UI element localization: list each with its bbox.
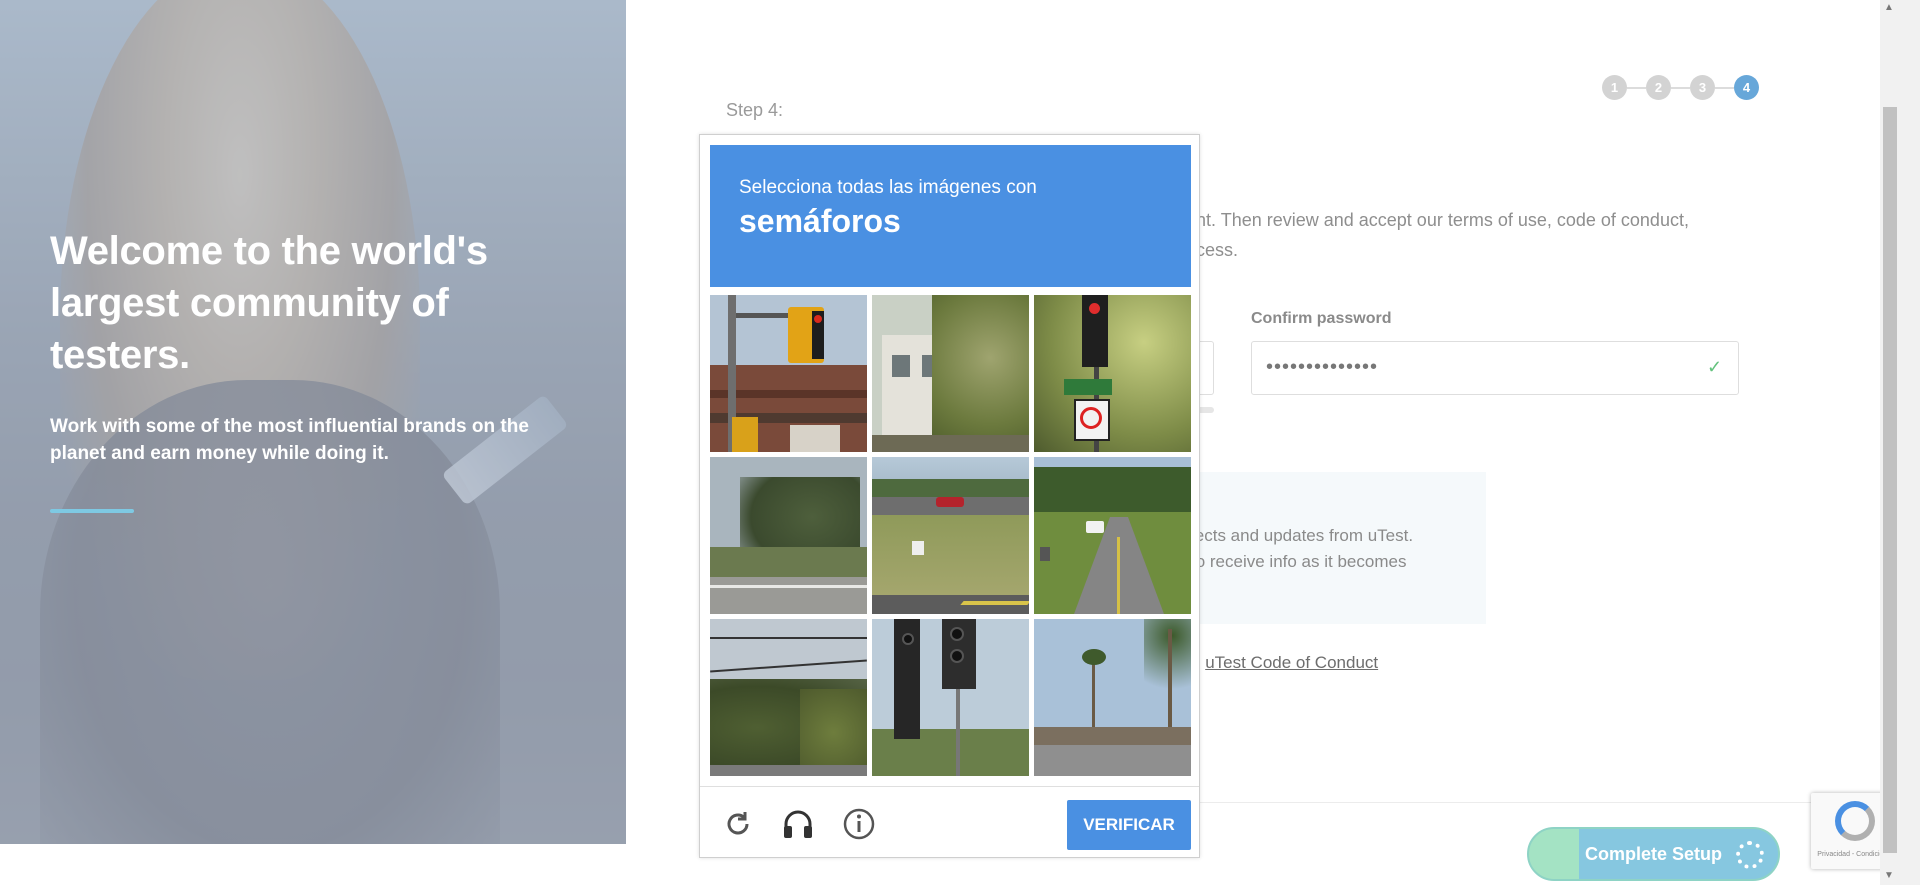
scrollbar-thumb[interactable]	[1883, 107, 1897, 853]
step-label: Step 4:	[726, 100, 784, 120]
captcha-tile-9[interactable]	[1034, 619, 1191, 776]
complete-setup-button[interactable]: Complete Setup	[1527, 827, 1780, 881]
captcha-tile-2[interactable]	[872, 295, 1029, 452]
captcha-tile-1[interactable]	[710, 295, 867, 452]
step-dot-2: 2	[1646, 75, 1671, 100]
reload-icon	[727, 812, 749, 835]
hero-panel: Welcome to the world's largest community…	[0, 0, 626, 844]
info-icon	[843, 808, 875, 840]
info-button[interactable]	[840, 805, 878, 843]
loading-spinner-icon	[1736, 841, 1764, 869]
intro-line-1: unt. Then review and accept our terms of…	[1186, 210, 1689, 230]
headphones-icon	[784, 810, 812, 838]
captcha-tile-7[interactable]	[710, 619, 867, 776]
recaptcha-logo-icon	[1835, 801, 1875, 841]
reload-button[interactable]	[719, 805, 757, 843]
step-connector	[1671, 86, 1690, 89]
scroll-up-arrow-icon[interactable]: ▲	[1884, 2, 1894, 13]
divider	[1186, 802, 1886, 803]
newsletter-info-text: jects and updates from uTest. to receive…	[1191, 523, 1511, 575]
intro-line-2: ocess.	[1186, 240, 1239, 260]
code-of-conduct-consent: e uTest Code of Conduct	[1191, 653, 1378, 673]
step-dot-1: 1	[1602, 75, 1627, 100]
step-connector	[1627, 86, 1646, 89]
captcha-instruction: Selecciona todas las imágenes con	[739, 177, 1037, 198]
captcha-tile-4[interactable]	[710, 457, 867, 614]
hero-text: Welcome to the world's largest community…	[50, 225, 570, 467]
hero-accent-rule	[50, 509, 134, 513]
checkmark-icon: ✓	[1707, 357, 1723, 377]
recaptcha-challenge: Selecciona todas las imágenes con semáfo…	[699, 134, 1200, 858]
captcha-tile-8[interactable]	[872, 619, 1029, 776]
hero-title: Welcome to the world's largest community…	[50, 229, 488, 377]
code-of-conduct-link[interactable]: uTest Code of Conduct	[1205, 653, 1378, 672]
captcha-tile-5[interactable]	[872, 457, 1029, 614]
verify-button[interactable]: VERIFICAR	[1067, 800, 1191, 850]
hero-subtitle: Work with some of the most influential b…	[50, 416, 529, 464]
captcha-target-word: semáforos	[739, 203, 901, 239]
audio-challenge-button[interactable]	[779, 805, 817, 843]
captcha-footer-divider	[700, 786, 1199, 787]
step-dot-3: 3	[1690, 75, 1715, 100]
step-indicator: 1 2 3 4	[1602, 75, 1759, 100]
captcha-image-grid	[710, 295, 1191, 777]
info-line-2: to receive info as it becomes	[1191, 552, 1407, 571]
scroll-down-arrow-icon[interactable]: ▼	[1884, 870, 1894, 881]
intro-text: unt. Then review and accept our terms of…	[1186, 205, 1786, 265]
captcha-tile-6[interactable]	[1034, 457, 1191, 614]
confirm-password-field[interactable]: ••••••••••••••	[1251, 341, 1739, 395]
complete-setup-label: Complete Setup	[1584, 843, 1722, 864]
confirm-password-label: Confirm password	[1251, 310, 1392, 327]
captcha-header: Selecciona todas las imágenes con semáfo…	[710, 145, 1191, 287]
step-dot-4: 4	[1734, 75, 1759, 100]
step-connector	[1715, 86, 1734, 89]
info-line-1: jects and updates from uTest.	[1191, 526, 1414, 545]
captcha-tile-3[interactable]	[1034, 295, 1191, 452]
